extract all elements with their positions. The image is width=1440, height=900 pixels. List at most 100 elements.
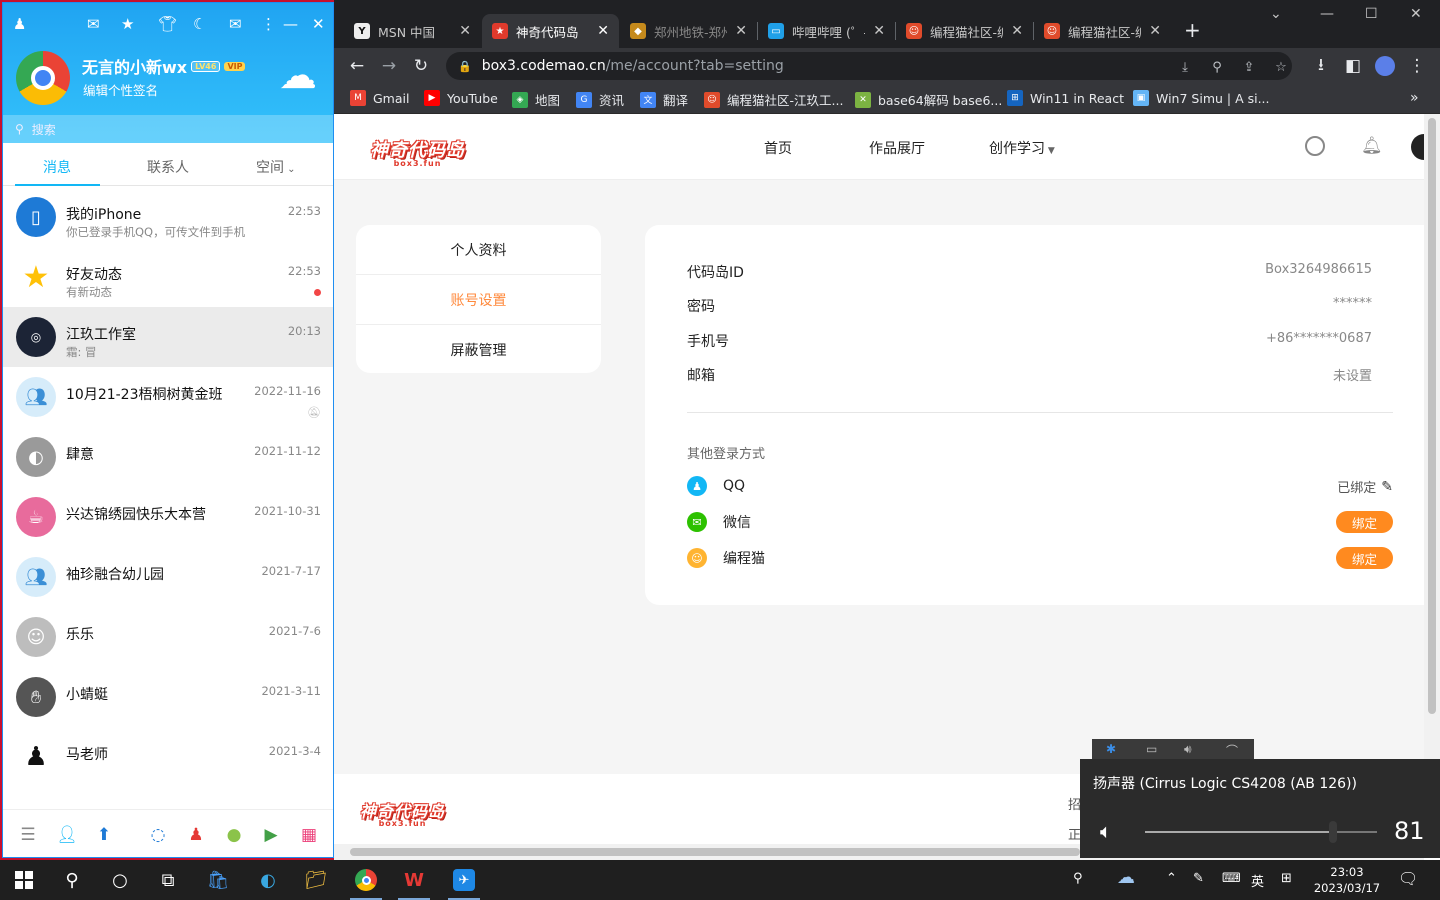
weather-cloud-icon[interactable]: ☁ [279,53,317,97]
bookmark-base64[interactable]: ✕ base64解码 base6... [855,90,1002,109]
more-icon[interactable]: ⋮ [261,15,276,33]
video-icon[interactable]: ▶ [260,824,282,846]
site-logo[interactable]: 神奇代码岛 box3.fun [370,136,465,168]
tab-codemao-island[interactable]: ★ 神奇代码岛 ✕ [482,14,619,48]
wps-icon[interactable]: W [398,864,430,896]
qq-signature[interactable]: 编辑个性签名 [83,80,158,99]
volume-slider[interactable] [1145,821,1377,843]
tab-codemao-1[interactable]: ☺ 编程猫社区-编 ✕ [896,14,1033,48]
menu-block-management[interactable]: 屏蔽管理 [356,325,601,373]
conversation-item[interactable]: ◎ 江玖工作室 霜: 冒 20:13 [3,307,333,367]
bookmarks-overflow-icon[interactable]: » [1410,90,1419,106]
reload-icon[interactable]: ↻ [409,54,433,78]
account-row-phone[interactable]: 手机号 +86*******0687 [687,331,1372,351]
search-icon[interactable]: ⚲ [56,864,88,896]
footer-logo[interactable]: 神奇代码岛 box3.fun [360,798,445,828]
side-panel-icon[interactable]: ◧ [1341,54,1365,78]
tray-overflow-icon[interactable]: ⌃ [1166,871,1177,886]
conversation-item[interactable]: ★ 好友动态 有新动态 22:53 [3,247,333,307]
tab-contacts[interactable]: 联系人 [147,157,189,177]
nav-learn[interactable]: 创作学习 ▼ [989,138,1055,158]
star-icon[interactable]: ★ [121,15,134,33]
conversation-item[interactable]: ▯ 我的iPhone 你已登录手机QQ，可传文件到手机 22:53 [3,187,333,247]
bell-icon[interactable]: 🔔︎ [1361,136,1383,156]
bookmark-star-icon[interactable]: ☆ [1270,56,1292,78]
speaker-icon[interactable]: 🔈︎ [1100,819,1112,843]
gift-icon[interactable]: ✉ [229,15,242,33]
tab-qzone[interactable]: 空间 ⌄ [256,157,296,177]
bookmark-maps[interactable]: ◈ 地图 [512,90,560,109]
wifi-icon[interactable]: ⌒ [1226,742,1238,759]
bookmark-win7[interactable]: ▣ Win7 Simu | A si... [1133,90,1270,106]
tab-msn[interactable]: Y MSN 中国 ✕ [344,14,481,48]
bookmark-youtube[interactable]: ▶ YouTube [424,90,498,106]
store-icon[interactable]: 🛍︎ [202,864,234,896]
mail-icon[interactable]: ✉ [87,15,100,33]
bookmark-codemao[interactable]: ☺ 编程猫社区-江玖工... [704,90,843,109]
audio-device-name[interactable]: 扬声器 (Cirrus Logic CS4208 (AB 126)) [1093,773,1357,793]
pen-icon[interactable]: ✎ [1193,871,1204,886]
download-icon[interactable]: ⭳ [1309,54,1333,78]
conversation-item[interactable]: ✋︎ 小蜻蜓 2021-3-11 [3,667,333,727]
nav-home[interactable]: 首页 [764,138,792,158]
bookmark-translate[interactable]: 文翻译 [640,90,688,109]
scroll-thumb[interactable] [1428,118,1436,714]
account-row-email[interactable]: 邮箱 未设置 [687,365,1372,385]
weather-icon[interactable]: ☁ [1117,867,1135,888]
close-tab-icon[interactable]: ✕ [597,23,609,39]
account-row-password[interactable]: 密码 ****** [687,296,1372,316]
keyboard-icon[interactable]: ⌨ [1222,871,1241,886]
speaker-tab-icon[interactable]: 🔊︎ [1184,742,1192,757]
conversation-item[interactable]: ♟ 马老师 2021-3-4 [3,727,333,787]
search-icon[interactable] [1305,136,1325,156]
tab-codemao-2[interactable]: ☺ 编程猫社区-编 ✕ [1034,14,1171,48]
close-tab-icon[interactable]: ✕ [1011,23,1023,39]
people-icon[interactable]: ⚲ [1073,871,1083,886]
close-icon[interactable]: ✕ [312,15,325,33]
bluetooth-icon[interactable]: ✱ [1106,742,1116,756]
add-friend-icon[interactable]: 👤︎ [56,824,78,846]
scroll-thumb[interactable] [350,848,1080,856]
bound-status[interactable]: 已绑定 ✎ [1337,477,1393,497]
cortana-icon[interactable]: ○ [104,864,136,896]
task-view-icon[interactable]: ⧉ [152,864,184,896]
qq-browser-icon[interactable]: ◌ [147,824,169,846]
bind-wechat-button[interactable]: 绑定 [1336,511,1393,533]
clock[interactable]: 23:03 2023/03/17 [1311,864,1383,896]
qq-nickname-row[interactable]: 无言的小新wx LV46 VIP [82,54,246,78]
moon-icon[interactable]: ☾ [193,15,206,33]
close-tab-icon[interactable]: ✕ [873,23,885,39]
main-menu-icon[interactable]: ☰ [17,824,39,846]
user-avatar[interactable] [1411,134,1424,160]
qq-search-input[interactable]: ⚲ 搜索 [3,115,333,143]
qq-taskbar-icon[interactable]: ✈ [448,864,480,896]
conversation-item[interactable]: ☕︎ 兴达锦绣园快乐大本营 2021-10-31 [3,487,333,547]
new-tab-button[interactable]: + [1184,18,1201,42]
conversation-item[interactable]: ◐ 肆意 2021-11-12 [3,427,333,487]
menu-profile[interactable]: 个人资料 [356,225,601,275]
tab-search-icon[interactable]: ⌄ [1270,6,1282,22]
profile-avatar-icon[interactable] [1373,54,1397,78]
minimize-icon[interactable]: — [283,15,298,33]
apps-grid-icon[interactable]: ▦ [298,824,320,846]
shirt-icon[interactable]: 👕︎ [158,15,177,33]
conversation-item[interactable]: 👥︎ 袖珍融合幼儿园 2021-7-17 [3,547,333,607]
file-transfer-icon[interactable]: ⬆ [93,824,115,846]
display-icon[interactable]: ▭ [1146,742,1157,756]
minimize-icon[interactable]: — [1320,6,1334,22]
install-app-icon[interactable]: ⤓ [1174,56,1196,78]
start-button[interactable] [8,864,40,896]
bookmark-win11[interactable]: ⊞ Win11 in React [1007,90,1124,106]
address-bar[interactable]: 🔒 box3.codemao.cn /me/account?tab=settin… [446,52,1292,80]
menu-account-settings[interactable]: 账号设置 [356,275,601,325]
nav-gallery[interactable]: 作品展厅 [869,138,925,158]
close-tab-icon[interactable]: ✕ [459,23,471,39]
tab-messages[interactable]: 消息 [43,157,71,177]
bookmark-news[interactable]: G 资讯 [576,90,624,109]
conversation-item[interactable]: ☺ 乐乐 2021-7-6 [3,607,333,667]
maximize-icon[interactable]: ☐ [1365,6,1378,22]
bind-codemao-button[interactable]: 绑定 [1336,547,1393,569]
conversation-item[interactable]: 👥︎ 10月21-23梧桐树黄金班 2022-11-16 🔕︎ [3,367,333,427]
ime-mode-icon[interactable]: ⊞ [1281,871,1292,886]
edge-icon[interactable]: ◐ [252,864,284,896]
